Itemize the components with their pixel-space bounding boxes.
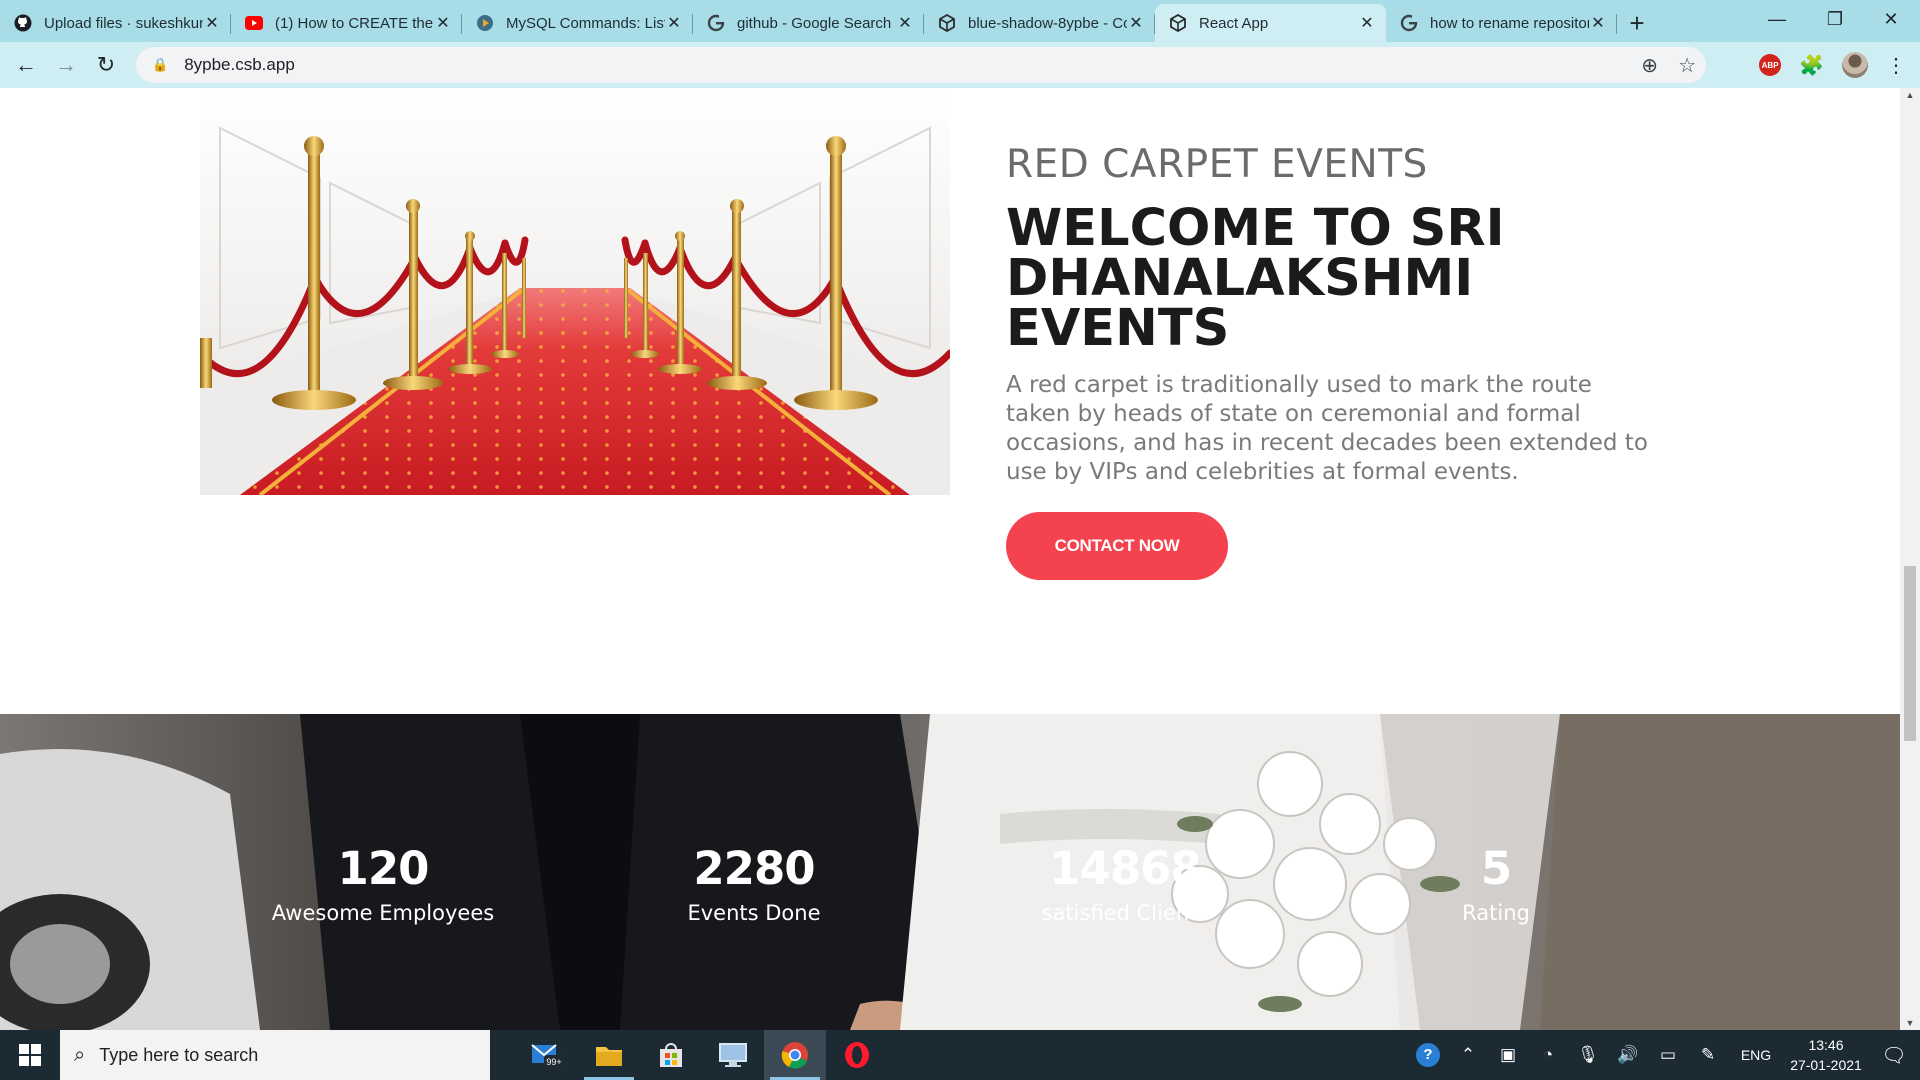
tab-title: github - Google Search: [737, 14, 892, 32]
search-icon: ⌕: [74, 1043, 86, 1066]
page-scrollbar[interactable]: ▲ ▼: [1900, 88, 1920, 1030]
tab-title: React App: [1199, 14, 1269, 32]
tab-react-app[interactable]: React App ✕: [1155, 4, 1386, 42]
close-icon[interactable]: ✕: [1589, 13, 1607, 33]
tab-youtube[interactable]: (1) How to CREATE the ✕: [231, 4, 462, 42]
scroll-down-icon[interactable]: ▼: [1900, 1018, 1920, 1028]
url-text: 8ypbe.csb.app: [184, 55, 295, 74]
restore-icon[interactable]: ❐: [1806, 0, 1864, 38]
reload-icon[interactable]: ↻: [86, 45, 126, 85]
scroll-up-icon[interactable]: ▲: [1900, 90, 1920, 100]
profile-avatar[interactable]: [1842, 52, 1868, 78]
opera-icon[interactable]: [826, 1030, 888, 1080]
stat-clients: 14868 satisfied Clients: [975, 842, 1275, 925]
stat-value: 120: [337, 842, 430, 895]
close-icon[interactable]: ✕: [665, 13, 683, 33]
tab-title: Upload files · sukeshkumar: [44, 14, 203, 32]
close-icon[interactable]: ✕: [1127, 13, 1145, 33]
stat-value: 14868: [1049, 842, 1202, 895]
tab-strip: Upload files · sukeshkumar ✕ (1) How to …: [0, 0, 1920, 42]
mysql-icon: [476, 14, 494, 32]
bookmark-star-icon[interactable]: ☆: [1678, 53, 1696, 78]
tab-codesandbox[interactable]: blue-shadow-8ypbe - CodeSandbox ✕: [924, 4, 1155, 42]
more-menu-icon[interactable]: ⋮: [1886, 53, 1906, 78]
scrollbar-thumb[interactable]: [1904, 566, 1916, 741]
adblock-extension-icon[interactable]: ABP: [1759, 54, 1782, 76]
codesandbox-icon: [1169, 14, 1187, 32]
close-icon[interactable]: ✕: [896, 13, 914, 33]
help-icon[interactable]: ?: [1408, 1043, 1448, 1067]
minimize-icon[interactable]: —: [1748, 0, 1806, 38]
stat-value: 2280: [693, 842, 815, 895]
search-placeholder: Type here to search: [99, 1044, 259, 1065]
tab-mysql[interactable]: MySQL Commands: List ✕: [462, 4, 693, 42]
github-icon: [14, 14, 32, 32]
system-tray: ? ⌃ ▣ ◔ 🎙 🔊 ▭ ✎ ENG 13:46 27-01-2021 🗨: [1408, 1030, 1920, 1080]
stat-rating: 5 Rating: [1346, 842, 1646, 925]
google-icon: [707, 14, 725, 32]
file-explorer-icon[interactable]: [578, 1030, 640, 1080]
windows-taskbar: ⌕ Type here to search 99+ ? ⌃ ▣ ◔ 🎙 🔊 ▭ …: [0, 1030, 1920, 1080]
notifications-icon[interactable]: 🗨: [1868, 1043, 1920, 1068]
taskbar-search-box[interactable]: ⌕ Type here to search: [60, 1030, 490, 1080]
browser-toolbar: ← → ↻ 🔒 8ypbe.csb.app ⊕ ☆ ABP 🧩 ⋮: [0, 42, 1920, 88]
install-app-icon[interactable]: ⊕: [1641, 53, 1658, 78]
tab-title: MySQL Commands: List: [506, 14, 665, 32]
clock-time: 13:46: [1808, 1037, 1844, 1053]
volume-icon[interactable]: 🔊: [1608, 1045, 1648, 1065]
close-icon[interactable]: ✕: [1358, 13, 1376, 33]
store-icon[interactable]: [640, 1030, 702, 1080]
red-carpet-image: [200, 88, 950, 495]
remote-desktop-icon[interactable]: [702, 1030, 764, 1080]
close-icon[interactable]: ✕: [203, 13, 221, 33]
new-tab-button[interactable]: +: [1617, 4, 1657, 42]
battery-icon[interactable]: ▭: [1648, 1045, 1688, 1065]
tab-title: (1) How to CREATE the: [275, 14, 434, 32]
address-bar[interactable]: 🔒 8ypbe.csb.app ⊕ ☆: [136, 47, 1706, 83]
mail-badge: 99+: [546, 1057, 561, 1067]
chrome-icon[interactable]: [764, 1030, 826, 1080]
tab-upload-files[interactable]: Upload files · sukeshkumar ✕: [0, 4, 231, 42]
stat-value: 5: [1480, 842, 1512, 895]
wifi-icon[interactable]: ◔: [1528, 1045, 1568, 1065]
meet-now-icon[interactable]: ▣: [1488, 1045, 1528, 1065]
tab-title: how to rename repository: [1430, 14, 1589, 32]
extensions-puzzle-icon[interactable]: 🧩: [1799, 53, 1824, 78]
clock[interactable]: 13:46 27-01-2021: [1784, 1035, 1868, 1075]
codesandbox-icon: [938, 14, 956, 32]
close-icon[interactable]: ✕: [434, 13, 452, 33]
page-viewport: RED CARPET EVENTS WELCOME TO SRI DHANALA…: [0, 88, 1900, 1030]
microphone-icon[interactable]: 🎙: [1568, 1045, 1608, 1065]
mail-app-icon[interactable]: 99+: [516, 1030, 578, 1080]
lock-icon[interactable]: 🔒: [152, 57, 168, 73]
stat-label: Events Done: [687, 901, 821, 925]
windows-start-icon[interactable]: [0, 1030, 60, 1080]
stat-events: 2280 Events Done: [604, 842, 904, 925]
language-indicator[interactable]: ENG: [1728, 1047, 1784, 1063]
stat-employees: 120 Awesome Employees: [233, 842, 533, 925]
google-icon: [1400, 14, 1418, 32]
hero-headline: WELCOME TO SRI DHANALAKSHMI EVENTS: [1006, 199, 1505, 358]
tab-rename-repo[interactable]: how to rename repository ✕: [1386, 4, 1617, 42]
contact-now-button[interactable]: CONTACT NOW: [1006, 512, 1228, 580]
tab-google-search[interactable]: github - Google Search ✕: [693, 4, 924, 42]
show-hidden-icons-chevron-icon[interactable]: ⌃: [1448, 1045, 1488, 1065]
hero-paragraph: A red carpet is traditionally used to ma…: [1006, 372, 1648, 485]
stat-label: satisfied Clients: [1041, 901, 1209, 925]
clock-date: 27-01-2021: [1790, 1057, 1862, 1073]
forward-icon[interactable]: →: [46, 45, 86, 85]
stat-label: Rating: [1462, 901, 1530, 925]
stat-label: Awesome Employees: [271, 901, 495, 925]
close-window-icon[interactable]: ✕: [1862, 0, 1920, 38]
back-icon[interactable]: ←: [6, 45, 46, 85]
tab-title: blue-shadow-8ypbe - CodeSandbox: [968, 14, 1127, 32]
hero-subtitle: RED CARPET EVENTS: [1006, 142, 1428, 187]
stats-band: 120 Awesome Employees 2280 Events Done 1…: [0, 714, 1900, 1030]
youtube-icon: [245, 14, 263, 32]
pen-icon[interactable]: ✎: [1688, 1045, 1728, 1065]
